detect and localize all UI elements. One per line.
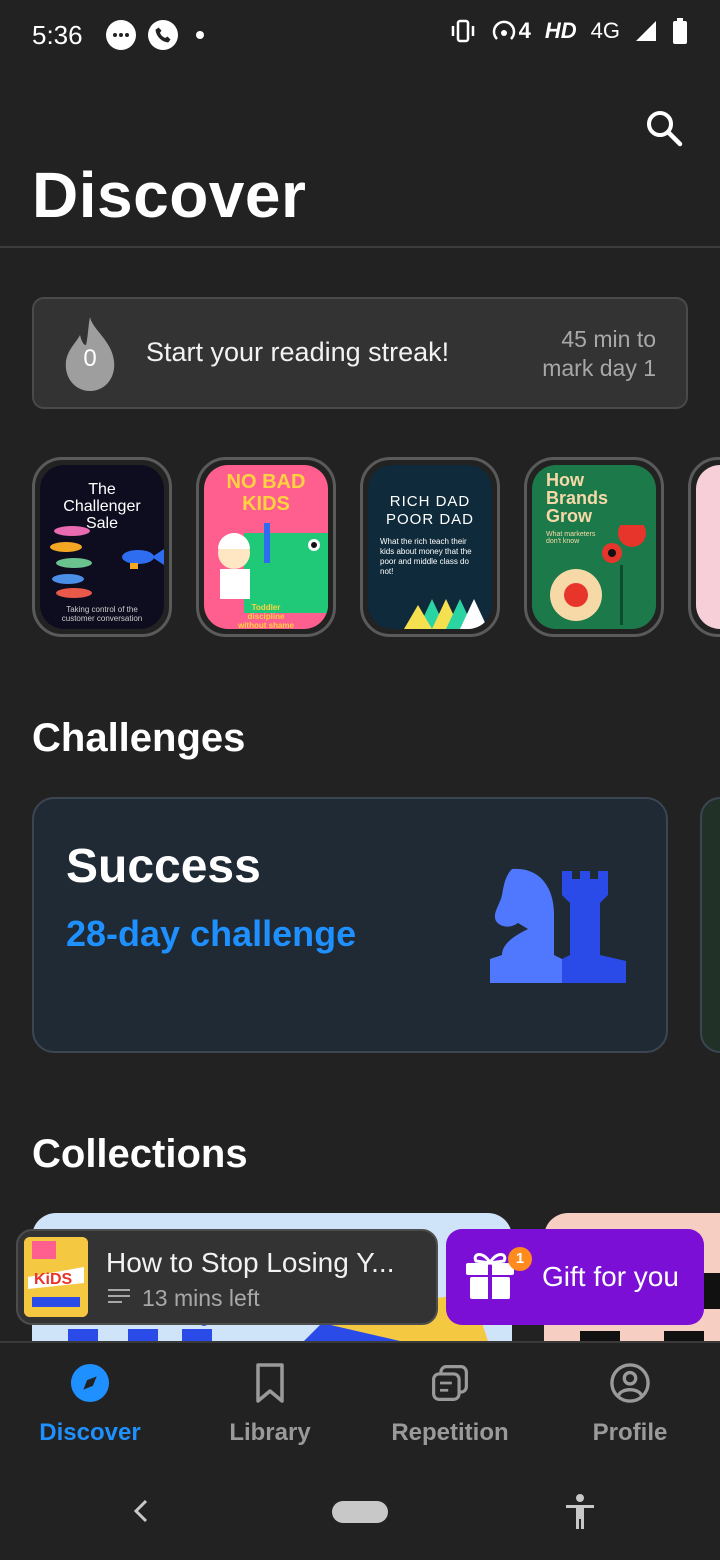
mini-player-time: 13 mins left — [142, 1285, 260, 1311]
streak-count: 0 — [83, 345, 97, 372]
nav-label: Discover — [39, 1419, 141, 1446]
network-hd: HD — [544, 18, 577, 43]
nav-discover[interactable]: Discover — [0, 1343, 180, 1467]
status-right: 4 HD 4G — [449, 18, 688, 44]
story-title: NO BAD KIDS — [226, 471, 306, 515]
story-cover: How Brands Grow What marketers don't kno… — [532, 465, 656, 629]
nav-label: Library — [229, 1419, 311, 1446]
story-no-bad-kids[interactable]: NO BAD KIDS Toddler discipline without s… — [196, 457, 336, 637]
nav-profile[interactable]: Profile — [540, 1343, 720, 1467]
story-cover: The Challenger Sale Taking control of th… — [40, 465, 164, 629]
challenge-subtitle: 28-day challenge — [66, 913, 357, 954]
reading-streak-card[interactable]: 0 Start your reading streak! 45 min to m… — [32, 297, 688, 409]
gift-badge: 1 — [508, 1247, 532, 1271]
story-title: How Brands Grow — [546, 470, 609, 526]
vibrate-icon — [451, 19, 474, 43]
story-challenger-sale[interactable]: The Challenger Sale Taking control of th… — [32, 457, 172, 637]
status-time: 5:36 — [32, 20, 83, 50]
challenge-card-next[interactable] — [700, 797, 720, 1053]
back-icon[interactable] — [126, 1495, 154, 1527]
story-subtitle: Toddler discipline without shame — [237, 603, 294, 629]
notification-dot-icon — [196, 31, 204, 39]
challenges-title: Challenges — [32, 716, 246, 760]
fish-illustration — [50, 526, 164, 598]
stories-row: The Challenger Sale Taking control of th… — [32, 457, 720, 637]
hotspot-count: 4 — [518, 18, 531, 43]
status-left-icons — [106, 20, 204, 50]
nav-library[interactable]: Library — [180, 1343, 360, 1467]
story-partial[interactable] — [688, 457, 720, 637]
story-subtitle: What the rich teach their kids about mon… — [380, 537, 472, 576]
story-title: RICH DAD POOR DAD — [385, 493, 474, 528]
mini-player-title: How to Stop Losing Y... — [106, 1247, 395, 1278]
mini-player-cover: KiDS — [24, 1237, 88, 1317]
kid-crocodile-illustration — [218, 523, 328, 613]
nav-repetition[interactable]: Repetition — [360, 1343, 540, 1467]
challenge-title: Success — [66, 840, 261, 893]
collections-title: Collections — [32, 1132, 248, 1176]
mini-player[interactable]: KiDS How to Stop Losing Y... 13 mins lef… — [16, 1229, 438, 1325]
compass-icon — [70, 1361, 110, 1405]
story-cover: RICH DAD POOR DAD What the rich teach th… — [368, 465, 492, 629]
status-bar: 5:36 4 HD 4G — [0, 0, 720, 72]
nav-label: Profile — [592, 1419, 668, 1446]
search-button[interactable] — [640, 104, 688, 152]
mini-cover-text: KiDS — [34, 1271, 73, 1288]
chat-bubble-icon — [106, 20, 136, 50]
story-subtitle: Taking control of the customer conversat… — [61, 605, 143, 623]
triangle-pattern — [404, 599, 488, 629]
hotspot-icon: 4 — [491, 18, 531, 44]
search-icon — [647, 111, 683, 147]
signal-icon — [636, 21, 656, 41]
story-rich-dad-poor-dad[interactable]: RICH DAD POOR DAD What the rich teach th… — [360, 457, 500, 637]
chess-pieces-icon — [490, 868, 626, 983]
gift-label: Gift for you — [542, 1261, 679, 1292]
bottom-nav: Discover Library Repetition Profile — [0, 1341, 720, 1465]
text-lines-icon — [108, 1289, 130, 1307]
home-button[interactable] — [332, 1501, 388, 1523]
battery-icon — [673, 18, 687, 44]
phone-icon — [148, 20, 178, 50]
story-cover: NO BAD KIDS Toddler discipline without s… — [204, 465, 328, 629]
page-title: Discover — [32, 159, 307, 231]
nav-label: Repetition — [391, 1419, 509, 1446]
streak-subtext: 45 min to mark day 1 — [542, 326, 656, 381]
bookmark-icon — [250, 1361, 290, 1405]
cards-icon — [430, 1361, 470, 1405]
accessibility-icon[interactable] — [562, 1493, 598, 1531]
streak-text: Start your reading streak! — [146, 337, 450, 367]
profile-icon — [610, 1361, 650, 1405]
challenge-card-success[interactable]: Success 28-day challenge — [32, 797, 668, 1053]
flower-illustration — [550, 525, 646, 625]
story-how-brands-grow[interactable]: How Brands Grow What marketers don't kno… — [524, 457, 664, 637]
gift-button[interactable]: 1 Gift for you — [446, 1229, 704, 1325]
network-4g: 4G — [590, 18, 620, 43]
header-divider — [0, 246, 720, 248]
story-cover — [696, 465, 720, 629]
